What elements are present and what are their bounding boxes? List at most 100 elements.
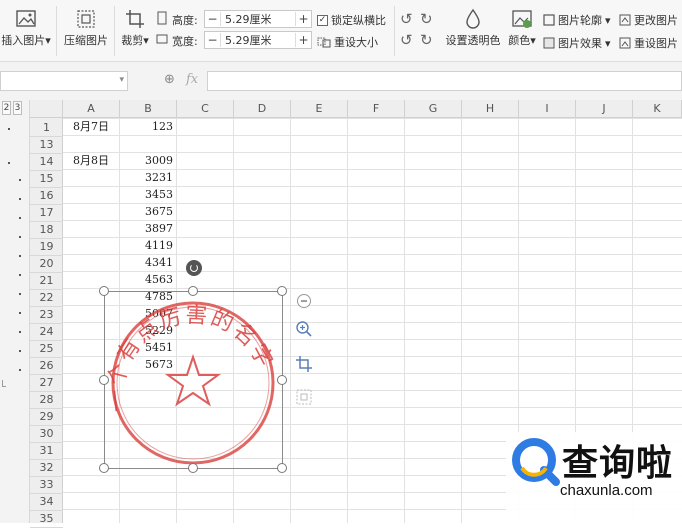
outline-level-2-button[interactable]: 2 <box>2 101 11 115</box>
column-header-i[interactable]: I <box>519 100 576 118</box>
outline-dot <box>19 198 21 200</box>
watermark-url: chaxunla.com <box>560 482 653 499</box>
picture-effects-label: 图片效果 <box>558 37 602 50</box>
resize-handle-e[interactable] <box>277 375 287 385</box>
crop-float-button[interactable] <box>294 354 314 374</box>
height-stepper[interactable]: − 5.29厘米 + <box>204 10 312 28</box>
dropdown-arrow-icon: ▾ <box>45 34 51 47</box>
column-header-h[interactable]: H <box>462 100 519 118</box>
height-value[interactable]: 5.29厘米 <box>221 11 295 27</box>
cell-a14[interactable]: 8月8日 <box>63 152 119 169</box>
compress-icon <box>77 10 95 28</box>
ribbon-divider <box>114 6 115 56</box>
width-value[interactable]: 5.29厘米 <box>221 32 295 48</box>
gridline <box>347 118 348 523</box>
column-header-b[interactable]: B <box>120 100 177 118</box>
width-decrease-button[interactable]: − <box>205 33 221 47</box>
outline-dot <box>19 179 21 181</box>
reset-size-button[interactable]: 重设大小 <box>317 34 378 50</box>
zoom-icon[interactable]: ⊕ <box>164 72 175 87</box>
insert-picture-label: 插入图片 <box>1 34 46 47</box>
change-picture-label: 更改图片 <box>634 14 678 27</box>
picture-outline-label: 图片轮廓 <box>558 14 602 27</box>
color-button[interactable]: 颜色▾ <box>506 8 538 48</box>
gridline <box>404 118 405 523</box>
droplet-icon <box>466 8 480 29</box>
cell-b19[interactable]: 4119 <box>120 237 176 254</box>
set-transparent-label: 设置透明色 <box>445 34 501 47</box>
column-header-c[interactable]: C <box>177 100 234 118</box>
row-header[interactable]: 35 <box>30 509 63 528</box>
cell-b21[interactable]: 4563 <box>120 271 176 288</box>
resize-handle-se[interactable] <box>277 463 287 473</box>
formula-input[interactable] <box>207 71 682 91</box>
cell-b20[interactable]: 4341 <box>120 254 176 271</box>
column-header-k[interactable]: K <box>633 100 682 118</box>
resize-handle-n[interactable] <box>188 286 198 296</box>
outline-gutter: 2 3 <box>0 100 30 523</box>
resize-handle-s[interactable] <box>188 463 198 473</box>
flip-horizontal-icon[interactable]: ↻ <box>420 31 433 49</box>
column-header-g[interactable]: G <box>405 100 462 118</box>
column-header-d[interactable]: D <box>234 100 291 118</box>
cell-b1[interactable]: 123 <box>120 118 176 135</box>
cell-b17[interactable]: 3675 <box>120 203 176 220</box>
cell-b18[interactable]: 3897 <box>120 220 176 237</box>
lock-ratio-label: 锁定纵横比 <box>331 14 386 27</box>
insert-picture-button[interactable]: 插入图片▾ <box>0 8 52 48</box>
height-decrease-button[interactable]: − <box>205 12 221 26</box>
zoom-in-float-button[interactable] <box>294 319 314 339</box>
resize-handle-ne[interactable] <box>277 286 287 296</box>
selection-frame <box>104 291 283 469</box>
rotate-handle-icon[interactable] <box>186 260 202 276</box>
change-picture-button[interactable]: 更改图片 <box>619 12 678 28</box>
picture-outline-button[interactable]: 图片轮廓 ▾ <box>543 12 611 28</box>
ribbon-divider <box>394 6 395 56</box>
crop-button[interactable]: 裁剪▾ <box>118 8 152 48</box>
gridline <box>290 118 291 523</box>
outline-dot <box>19 255 21 257</box>
picture-effects-button[interactable]: 图片效果 ▾ <box>543 35 611 51</box>
cell-b14[interactable]: 3009 <box>120 152 176 169</box>
crop-icon <box>126 10 144 28</box>
chevron-down-icon[interactable]: ▾ <box>119 75 124 85</box>
fx-icon[interactable]: fx <box>186 72 198 87</box>
name-box[interactable]: ▾ <box>0 71 128 91</box>
outline-icon <box>543 14 555 26</box>
column-header-f[interactable]: F <box>348 100 405 118</box>
picture-tool-float-button[interactable] <box>294 387 314 407</box>
column-header-e[interactable]: E <box>291 100 348 118</box>
compress-picture-button[interactable]: 压缩图片 <box>62 8 110 48</box>
watermark-logo-icon <box>512 438 560 486</box>
zoom-out-float-button[interactable] <box>294 291 314 311</box>
cell-a1[interactable]: 8月7日 <box>63 118 119 135</box>
reset-picture-button[interactable]: 重设图片 <box>619 35 678 51</box>
outline-level-3-button[interactable]: 3 <box>13 101 22 115</box>
select-all-corner[interactable] <box>30 100 63 118</box>
rotate-right-icon[interactable]: ↻ <box>420 10 433 28</box>
cell-b15[interactable]: 3231 <box>120 169 176 186</box>
rotate-left-icon[interactable]: ↺ <box>400 10 413 28</box>
width-stepper[interactable]: − 5.29厘米 + <box>204 31 312 49</box>
width-increase-button[interactable]: + <box>295 33 311 47</box>
minus-circle-icon <box>297 294 311 308</box>
resize-handle-sw[interactable] <box>99 463 109 473</box>
outline-dot <box>19 369 21 371</box>
lock-ratio-checkbox[interactable]: ✓ 锁定纵横比 <box>317 12 386 28</box>
gridline <box>461 118 462 523</box>
zoom-in-icon <box>296 321 312 337</box>
compress-picture-label: 压缩图片 <box>64 34 108 47</box>
reset-picture-icon <box>619 37 631 49</box>
column-header-j[interactable]: J <box>576 100 633 118</box>
set-transparent-button[interactable]: 设置透明色 <box>444 8 502 48</box>
flip-vertical-icon[interactable]: ↺ <box>400 31 413 49</box>
ribbon-divider <box>56 6 57 56</box>
outline-dot <box>19 217 21 219</box>
cell-b16[interactable]: 3453 <box>120 186 176 203</box>
stamp-picture[interactable]: 一个有点厉害的名字 <box>99 286 287 473</box>
height-increase-button[interactable]: + <box>295 12 311 26</box>
resize-handle-w[interactable] <box>99 375 109 385</box>
column-header-a[interactable]: A <box>63 100 120 118</box>
reset-size-icon <box>317 37 331 48</box>
resize-handle-nw[interactable] <box>99 286 109 296</box>
